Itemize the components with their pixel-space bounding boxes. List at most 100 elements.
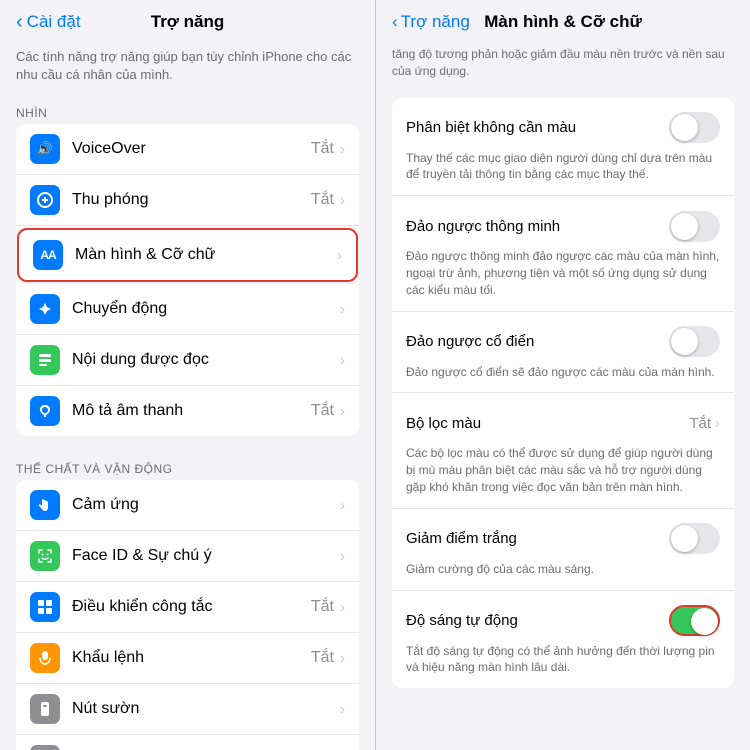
right-row-value-3: Tắt › bbox=[689, 415, 720, 432]
right-row-label-2: Đảo ngược cổ điển bbox=[406, 333, 669, 350]
right-row-desc-4: Giảm cường độ của các màu sáng. bbox=[406, 561, 720, 578]
audio-value: Tắt bbox=[311, 402, 334, 420]
row-display[interactable]: AA Màn hình & Cỡ chữ › bbox=[17, 228, 358, 282]
voice-value: Tắt bbox=[311, 649, 334, 667]
right-panel: ‹ Trợ năng Màn hình & Cỡ chữ tăng độ tươ… bbox=[375, 0, 750, 750]
section-header-nhin: NHÌN bbox=[0, 100, 375, 124]
voiceover-label: VoiceOver bbox=[72, 140, 311, 158]
display-chevron: › bbox=[337, 247, 342, 264]
right-row-header-1: Đảo ngược thông minh bbox=[406, 208, 720, 244]
zoom-label: Thu phóng bbox=[72, 191, 311, 209]
side-icon bbox=[30, 694, 60, 724]
right-back-chevron-icon: ‹ bbox=[392, 12, 398, 32]
right-nav-back[interactable]: ‹ Trợ năng bbox=[392, 12, 470, 32]
motion-chevron: › bbox=[340, 301, 345, 318]
row-appletv[interactable]: Apple TV Remote › bbox=[16, 735, 359, 750]
row-switch[interactable]: Điều khiển công tắc Tắt › bbox=[16, 582, 359, 633]
touch-label: Cảm ứng bbox=[72, 496, 340, 514]
toggle-phan-biet[interactable] bbox=[669, 112, 720, 143]
toggle-dao-nguoc-tm[interactable] bbox=[669, 211, 720, 242]
bo-loc-chevron: › bbox=[715, 415, 720, 432]
left-description: Các tính năng trợ năng giúp bạn tùy chỉn… bbox=[0, 40, 375, 100]
right-row-header-2: Đảo ngược cổ điển bbox=[406, 324, 720, 360]
switch-icon bbox=[30, 592, 60, 622]
toggle-knob-5 bbox=[691, 608, 718, 635]
motion-icon bbox=[30, 294, 60, 324]
right-row-label-0: Phân biệt không cần màu bbox=[406, 119, 669, 136]
side-label: Nút sườn bbox=[72, 700, 340, 718]
row-touch[interactable]: Cảm ứng › bbox=[16, 480, 359, 531]
right-nav-title: Màn hình & Cỡ chữ bbox=[484, 12, 642, 32]
right-row-desc-3: Các bộ lọc màu có thể được sử dụng để gi… bbox=[406, 445, 720, 495]
toggle-knob-1 bbox=[671, 213, 698, 240]
toggle-giam-diem[interactable] bbox=[669, 523, 720, 554]
row-content[interactable]: Nội dung được đọc › bbox=[16, 335, 359, 386]
right-row-header-3[interactable]: Bộ lọc màu Tắt › bbox=[406, 405, 720, 441]
zoom-icon bbox=[30, 185, 60, 215]
right-row-phan-biet: Phân biệt không cần màu Thay thế các mục… bbox=[392, 98, 734, 197]
row-motion[interactable]: Chuyển động › bbox=[16, 284, 359, 335]
toggle-do-sang[interactable] bbox=[669, 605, 720, 636]
toggle-knob-4 bbox=[671, 525, 698, 552]
faceid-chevron: › bbox=[340, 548, 345, 565]
side-chevron: › bbox=[340, 701, 345, 718]
voice-label: Khẩu lệnh bbox=[72, 649, 311, 667]
right-row-header-0: Phân biệt không cần màu bbox=[406, 110, 720, 146]
content-label: Nội dung được đọc bbox=[72, 351, 340, 369]
right-row-do-sang: Độ sáng tự động Tắt độ sáng tự động có t… bbox=[392, 591, 734, 689]
zoom-chevron: › bbox=[340, 192, 345, 209]
right-row-bo-loc: Bộ lọc màu Tắt › Các bộ lọc màu có thể đ… bbox=[392, 393, 734, 508]
left-panel: ‹ Cài đặt Trợ năng Các tính năng trợ năn… bbox=[0, 0, 375, 750]
display-label: Màn hình & Cỡ chữ bbox=[75, 246, 337, 264]
back-label: Cài đặt bbox=[27, 12, 81, 32]
touch-chevron: › bbox=[340, 497, 345, 514]
audio-chevron: › bbox=[340, 403, 345, 420]
settings-group-nhin: 🔊 VoiceOver Tắt › Thu phóng Tắt › AA Màn… bbox=[16, 124, 359, 436]
right-settings-group: Phân biệt không cần màu Thay thế các mục… bbox=[392, 98, 734, 689]
row-faceid[interactable]: Face ID & Sự chú ý › bbox=[16, 531, 359, 582]
audio-icon bbox=[30, 396, 60, 426]
voice-chevron: › bbox=[340, 650, 345, 667]
row-side[interactable]: Nút sườn › bbox=[16, 684, 359, 735]
right-row-dao-nguoc-cd: Đảo ngược cổ điển Đảo ngược cổ điển sẽ đ… bbox=[392, 312, 734, 394]
toggle-knob-0 bbox=[671, 114, 698, 141]
left-nav-back[interactable]: ‹ Cài đặt bbox=[16, 12, 81, 32]
left-nav-title: Trợ năng bbox=[151, 12, 224, 32]
motion-label: Chuyển động bbox=[72, 300, 340, 318]
row-audio[interactable]: Mô tả âm thanh Tắt › bbox=[16, 386, 359, 436]
faceid-label: Face ID & Sự chú ý bbox=[72, 547, 340, 565]
switch-value: Tắt bbox=[311, 598, 334, 616]
audio-label: Mô tả âm thanh bbox=[72, 402, 311, 420]
content-chevron: › bbox=[340, 352, 345, 369]
right-row-label-4: Giảm điểm trắng bbox=[406, 530, 669, 547]
right-row-desc-0: Thay thế các mục giao diện người dùng ch… bbox=[406, 150, 720, 184]
voiceover-chevron: › bbox=[340, 141, 345, 158]
appletv-icon bbox=[30, 745, 60, 750]
right-nav-bar: ‹ Trợ năng Màn hình & Cỡ chữ bbox=[376, 0, 750, 40]
right-top-desc: tăng độ tương phản hoặc giảm đầu màu nền… bbox=[376, 40, 750, 90]
back-chevron-icon: ‹ bbox=[16, 12, 23, 32]
bo-loc-value: Tắt bbox=[689, 415, 711, 432]
row-voice[interactable]: Khẩu lệnh Tắt › bbox=[16, 633, 359, 684]
right-row-dao-ngược-tm: Đảo ngược thông minh Đảo ngược thông min… bbox=[392, 196, 734, 311]
right-row-giam-diem: Giảm điểm trắng Giảm cường độ của các mà… bbox=[392, 509, 734, 591]
voice-icon bbox=[30, 643, 60, 673]
faceid-icon bbox=[30, 541, 60, 571]
content-icon bbox=[30, 345, 60, 375]
row-voiceover[interactable]: 🔊 VoiceOver Tắt › bbox=[16, 124, 359, 175]
right-row-header-4: Giảm điểm trắng bbox=[406, 521, 720, 557]
row-zoom[interactable]: Thu phóng Tắt › bbox=[16, 175, 359, 226]
toggle-dao-nguoc-cd[interactable] bbox=[669, 326, 720, 357]
section-header-the-chat: THỂ CHẤT VÀ VẬN ĐỘNG bbox=[0, 456, 375, 480]
right-row-desc-5: Tắt độ sáng tự động có thể ảnh hưởng đến… bbox=[406, 643, 720, 677]
right-row-desc-2: Đảo ngược cổ điển sẽ đảo ngược các màu c… bbox=[406, 364, 720, 381]
touch-icon bbox=[30, 490, 60, 520]
toggle-knob-2 bbox=[671, 328, 698, 355]
right-row-label-1: Đảo ngược thông minh bbox=[406, 218, 669, 235]
zoom-value: Tắt bbox=[311, 191, 334, 209]
display-icon: AA bbox=[33, 240, 63, 270]
right-row-label-3: Bộ lọc màu bbox=[406, 415, 689, 432]
settings-group-theChat: Cảm ứng › Face ID & Sự chú ý › Điều khiể… bbox=[16, 480, 359, 750]
switch-label: Điều khiển công tắc bbox=[72, 598, 311, 616]
right-row-header-5: Độ sáng tự động bbox=[406, 603, 720, 639]
